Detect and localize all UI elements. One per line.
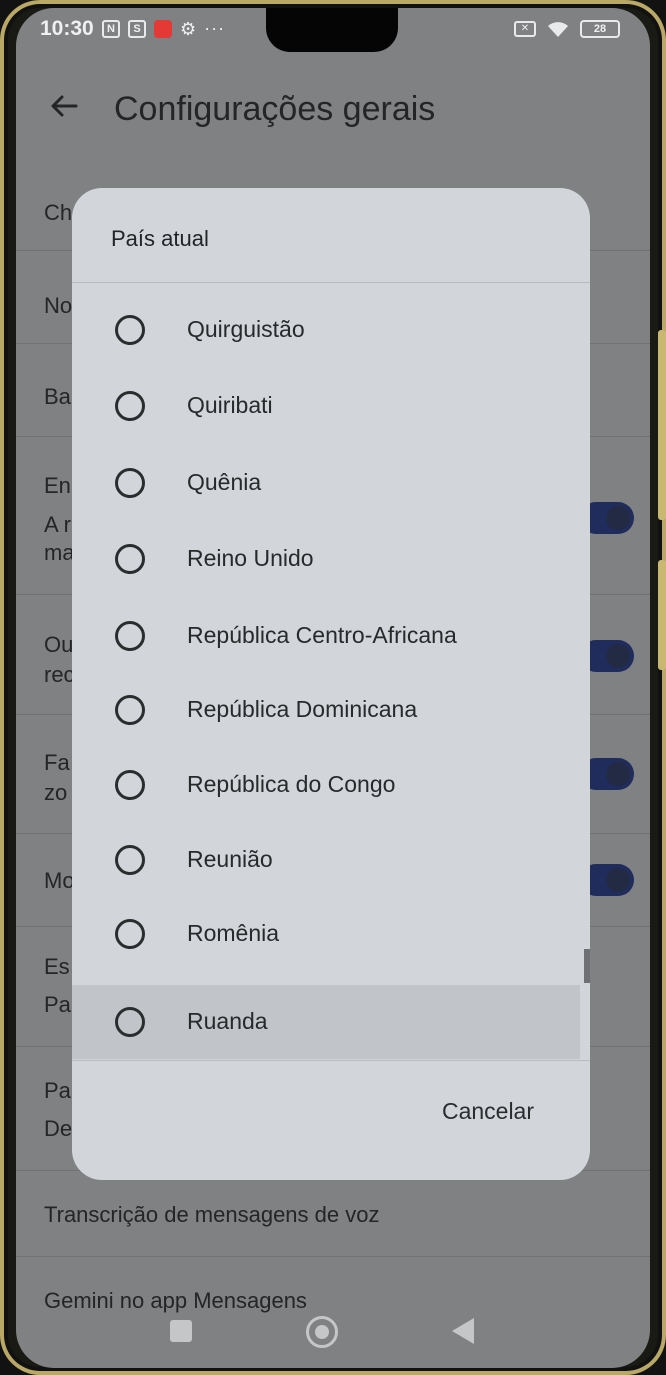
option-label: República Centro-Africana (187, 622, 457, 648)
radio-unselected-icon[interactable] (115, 770, 145, 800)
option-reuniao[interactable]: Reunião (72, 823, 580, 897)
settings-item-mo[interactable]: Mo (44, 868, 75, 894)
settings-item-notifications[interactable]: No (44, 293, 72, 319)
phone-screen: 10:30 N S ⚙ ··· ✕ 28 Configurações gerai… (16, 8, 650, 1368)
radio-unselected-icon[interactable] (115, 315, 145, 345)
status-notification-icons: N S ⚙ ··· (102, 18, 225, 39)
status-bar: 10:30 N S ⚙ ··· ✕ 28 (16, 8, 650, 52)
option-label: República do Congo (187, 771, 396, 797)
battery-icon: 28 (580, 20, 620, 38)
settings-item-bubbles[interactable]: Ba (44, 384, 71, 410)
power-button (658, 560, 666, 670)
wifi-icon (548, 22, 568, 37)
option-republica-centro-africana[interactable]: República Centro-Africana (72, 599, 580, 673)
recent-apps-icon[interactable] (170, 1320, 192, 1342)
settings-item-hear-desc: rec (44, 662, 75, 687)
radio-unselected-icon[interactable] (115, 919, 145, 949)
radio-unselected-icon[interactable] (115, 845, 145, 875)
status-system-icons: ✕ 28 (514, 20, 620, 38)
option-label: Quênia (187, 469, 262, 495)
country-dialog: País atual Quirguistão Quiribati Quênia … (72, 188, 590, 1180)
mail-notification-icon (154, 19, 172, 38)
option-reino-unido[interactable]: Reino Unido (72, 522, 580, 596)
radio-unselected-icon[interactable] (115, 468, 145, 498)
option-label: Quiribati (187, 392, 273, 418)
option-label: Romênia (187, 920, 280, 946)
back-arrow-icon[interactable] (46, 88, 82, 124)
settings-item-country-desc: Pa (44, 992, 71, 1017)
settings-item-pa-desc: De (44, 1116, 73, 1141)
radio-unselected-icon[interactable] (115, 621, 145, 651)
no-sim-icon: ✕ (514, 21, 536, 37)
radio-unselected-icon[interactable] (115, 544, 145, 574)
radio-unselected-icon[interactable] (115, 695, 145, 725)
option-quiribati[interactable]: Quiribati (72, 369, 580, 443)
dialog-bottom-divider (72, 1060, 590, 1061)
option-republica-do-congo[interactable]: República do Congo (72, 748, 580, 822)
settings-item-zoom-desc: zo (44, 780, 68, 805)
more-notifications-icon: ··· (204, 18, 226, 38)
radio-unselected-icon[interactable] (115, 1007, 145, 1037)
option-ruanda[interactable]: Ruanda (72, 985, 580, 1059)
country-options-list[interactable]: Quirguistão Quiribati Quênia Reino Unido… (72, 283, 590, 1059)
settings-item-zoom[interactable]: Fa (44, 750, 70, 776)
settings-notification-icon: ⚙ (180, 18, 197, 39)
settings-item-chat[interactable]: Ch (44, 200, 72, 226)
navigation-bar (16, 1308, 650, 1368)
home-icon[interactable] (306, 1316, 338, 1348)
settings-item-send[interactable]: En (44, 473, 71, 499)
option-label: Ruanda (187, 1008, 268, 1034)
settings-item-send-desc-2: ma (44, 540, 75, 565)
settings-item-voice-transcription[interactable]: Transcrição de mensagens de voz (44, 1202, 379, 1228)
option-label: República Dominicana (187, 696, 418, 722)
radio-unselected-icon[interactable] (115, 391, 145, 421)
option-label: Reino Unido (187, 545, 314, 571)
dialog-title: País atual (111, 226, 209, 251)
camera-notch (266, 8, 398, 52)
status-time: 10:30 (40, 17, 94, 40)
option-label: Quirguistão (187, 316, 305, 342)
option-republica-dominicana[interactable]: República Dominicana (72, 673, 580, 747)
scrollbar-thumb[interactable] (584, 949, 590, 983)
page-title: Configurações gerais (114, 90, 436, 128)
settings-item-pa[interactable]: Pa (44, 1078, 71, 1104)
divider (16, 1256, 650, 1257)
option-label: Reunião (187, 846, 273, 872)
sim-icon: S (128, 19, 146, 38)
settings-item-hear[interactable]: Ou (44, 632, 73, 658)
app-bar: Configurações gerais (16, 78, 650, 138)
nav-back-icon[interactable] (452, 1318, 474, 1344)
settings-item-country[interactable]: Es (44, 954, 70, 980)
option-romenia[interactable]: Romênia (72, 897, 580, 971)
settings-item-send-desc-1: A r (44, 512, 71, 537)
volume-button (658, 330, 666, 520)
option-quenia[interactable]: Quênia (72, 446, 580, 520)
nfc-icon: N (102, 19, 120, 38)
option-quirguistao[interactable]: Quirguistão (72, 293, 580, 367)
cancel-button[interactable]: Cancelar (426, 1088, 550, 1135)
